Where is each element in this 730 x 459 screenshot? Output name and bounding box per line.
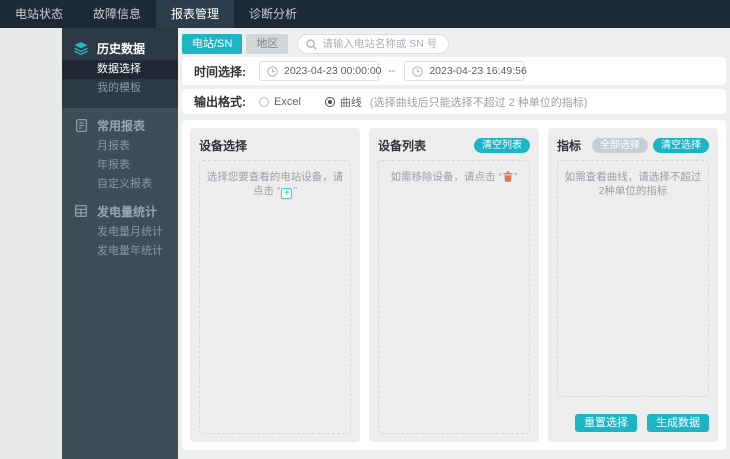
clock-icon <box>267 65 278 77</box>
device-select-panel-header: 设备选择 <box>199 136 351 154</box>
search-box <box>297 34 450 54</box>
nav-item-diagnosis[interactable]: 诊断分析 <box>234 0 312 28</box>
radio-excel-label: Excel <box>274 95 301 108</box>
radio-curve-label: 曲线 <box>339 96 362 109</box>
sidebar-item-custom-report[interactable]: 自定义报表 <box>62 175 178 194</box>
nav-item-report-management[interactable]: 报表管理 <box>156 0 235 28</box>
selection-container: 设备选择 选择您要查看的电站设备，请点击 “+” 设备列表 清空列表 如需移除设… <box>182 120 726 450</box>
sidebar-item-my-templates[interactable]: 我的模板 <box>62 79 178 98</box>
output-format-label: 输出格式: <box>194 95 246 109</box>
end-datetime-input[interactable]: 2023-04-23 16:49:56 <box>404 61 527 81</box>
device-select-panel: 设备选择 选择您要查看的电站设备，请点击 “+” <box>190 128 360 442</box>
document-icon <box>74 118 88 132</box>
nav-item-fault-info[interactable]: 故障信息 <box>78 0 156 28</box>
device-list-panel: 设备列表 清空列表 如需移除设备，请点击 “” <box>369 128 539 442</box>
sidebar-group-energy-stats-title[interactable]: 发电量统计 <box>62 199 178 223</box>
station-sn-tab[interactable]: 电站/SN <box>182 34 243 54</box>
radio-unchecked-icon <box>259 96 269 107</box>
radio-excel[interactable]: Excel <box>259 96 301 108</box>
sidebar-group-common-reports-title[interactable]: 常用报表 <box>62 113 178 137</box>
sidebar-group-energy-stats: 发电量统计 发电量月统计 发电量年统计 <box>62 199 178 261</box>
time-filter-card: 时间选择: 2023-04-23 00:00:00 -- 2023-04-23 … <box>182 57 726 85</box>
sidebar-group-history: 历史数据 数据选择 我的模板 <box>62 28 178 108</box>
output-format-card: 输出格式: Excel 曲线 (选择曲线后只能选择不超过 2 种单位的指标) <box>182 89 726 114</box>
radio-curve-note: (选择曲线后只能选择不超过 2 种单位的指标) <box>369 96 588 109</box>
add-device-icon[interactable]: + <box>281 188 293 199</box>
sidebar-item-energy-yearly-stats[interactable]: 发电量年统计 <box>62 242 178 261</box>
nav-item-station-status[interactable]: 电站状态 <box>0 0 78 28</box>
start-datetime-input[interactable]: 2023-04-23 00:00:00 <box>259 61 382 81</box>
device-select-dropzone[interactable]: 选择您要查看的电站设备，请点击 “+” <box>199 160 351 434</box>
indicators-panel-header: 指标 全部选择 清空选择 <box>557 136 709 154</box>
main-content: 电站/SN 地区 时间选择: <box>178 28 730 459</box>
sidebar-item-data-selection[interactable]: 数据选择 <box>62 60 178 79</box>
layers-icon <box>74 41 88 55</box>
generate-data-button[interactable]: 生成数据 <box>647 414 709 432</box>
device-list-title: 设备列表 <box>378 138 427 153</box>
indicators-dropzone[interactable]: 如需查看曲线，请选择不超过2种单位的指标 <box>557 160 709 397</box>
time-select-label: 时间选择: <box>194 64 246 79</box>
select-all-indicators-button[interactable]: 全部选择 <box>592 137 648 153</box>
search-filter-row: 电站/SN 地区 <box>182 33 450 55</box>
sidebar-group-common-reports-label: 常用报表 <box>97 118 146 133</box>
sidebar-group-energy-stats-label: 发电量统计 <box>97 204 158 219</box>
top-navbar: 电站状态 故障信息 报表管理 诊断分析 <box>0 0 730 28</box>
sidebar-group-history-title[interactable]: 历史数据 <box>62 36 178 60</box>
search-icon <box>306 38 318 50</box>
device-list-placeholder: 如需移除设备，请点击 “” <box>390 171 518 185</box>
clear-indicators-button[interactable]: 清空选择 <box>653 137 709 153</box>
radio-curve[interactable]: 曲线 (选择曲线后只能选择不超过 2 种单位的指标) <box>324 94 588 110</box>
device-select-placeholder: 选择您要查看的电站设备，请点击 “+” <box>206 171 344 199</box>
indicators-panel: 指标 全部选择 清空选择 如需查看曲线，请选择不超过2种单位的指标 重置选择 生… <box>548 128 718 442</box>
table-icon <box>74 205 88 217</box>
app-window: 电站状态 故障信息 报表管理 诊断分析 历史数据 数据选择 我的模板 常用报表 … <box>0 0 730 459</box>
sidebar-item-monthly-report[interactable]: 月报表 <box>62 137 178 156</box>
sidebar-item-yearly-report[interactable]: 年报表 <box>62 156 178 175</box>
clear-device-list-button[interactable]: 清空列表 <box>474 137 530 153</box>
device-list-panel-header: 设备列表 清空列表 <box>378 136 530 154</box>
region-tab[interactable]: 地区 <box>246 34 289 54</box>
sidebar-group-history-label: 历史数据 <box>97 41 146 56</box>
start-datetime-value: 2023-04-23 00:00:00 <box>284 65 382 77</box>
clock-icon <box>412 65 424 77</box>
panel-footer-actions: 重置选择 生成数据 <box>557 414 709 434</box>
device-select-title: 设备选择 <box>199 138 248 153</box>
reset-selection-button[interactable]: 重置选择 <box>575 414 637 432</box>
sidebar-group-common-reports: 常用报表 月报表 年报表 自定义报表 <box>62 113 178 194</box>
device-list-dropzone[interactable]: 如需移除设备，请点击 “” <box>378 160 530 434</box>
search-input[interactable] <box>322 38 441 50</box>
sidebar: 历史数据 数据选择 我的模板 常用报表 月报表 年报表 自定义报表 发电量统计 … <box>62 28 178 459</box>
indicators-title: 指标 <box>557 138 582 153</box>
indicators-placeholder: 如需查看曲线，请选择不超过2种单位的指标 <box>564 171 702 197</box>
sidebar-item-energy-monthly-stats[interactable]: 发电量月统计 <box>62 223 178 242</box>
trash-icon <box>503 171 513 185</box>
date-range-separator: -- <box>388 65 396 77</box>
radio-checked-icon <box>324 96 335 107</box>
end-datetime-value: 2023-04-23 16:49:56 <box>429 65 527 77</box>
